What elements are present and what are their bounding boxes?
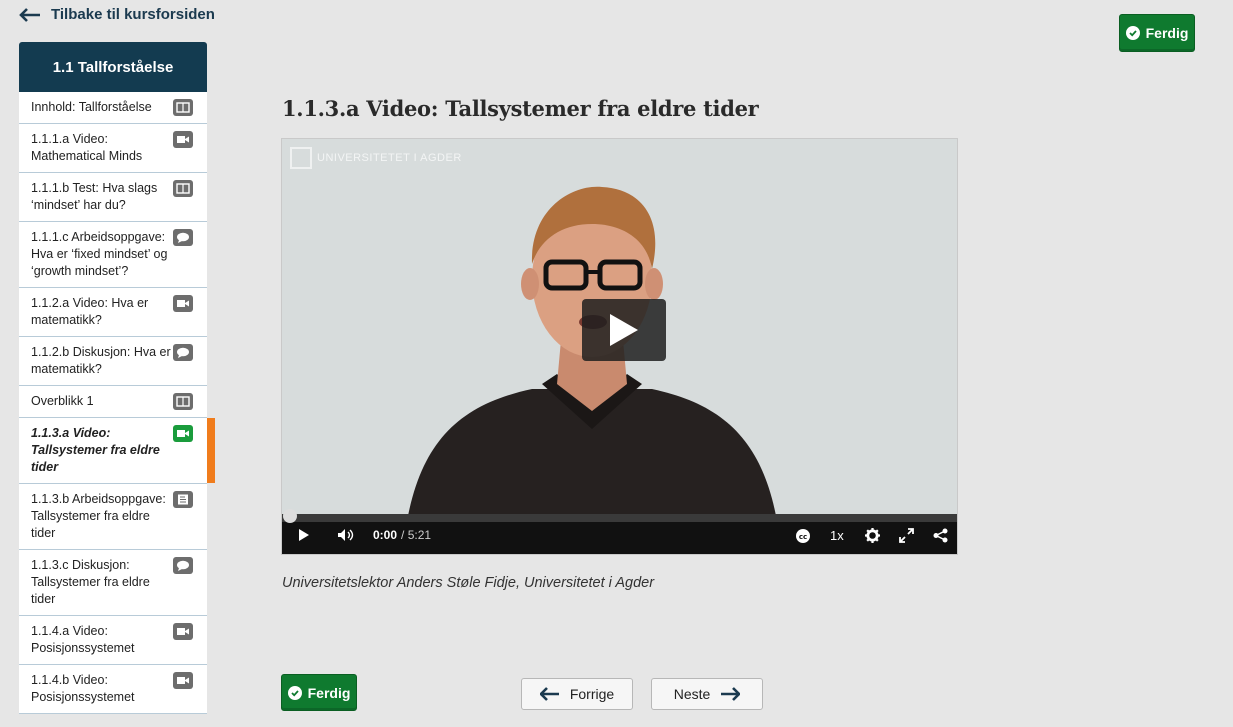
video-controls: 0:00 / 5:21 cc 1x [282, 509, 957, 554]
chat-bubble-icon [173, 557, 193, 574]
settings-button[interactable] [865, 528, 880, 543]
check-circle-icon [287, 685, 302, 700]
duration: / 5:21 [401, 528, 432, 542]
video-player[interactable]: UNIVERSITETET I AGDER 0:00 / 5:21 cc 1x [281, 138, 958, 555]
closed-captions-icon: cc [796, 529, 810, 543]
next-button[interactable]: Neste [651, 678, 763, 710]
ferdig-button-top[interactable]: Ferdig [1119, 14, 1195, 52]
chat-bubble-icon [173, 344, 193, 361]
current-time: 0:00 [373, 528, 398, 542]
play-button[interactable] [298, 528, 310, 542]
back-link-label: Tilbake til kursforsiden [51, 6, 215, 23]
volume-button[interactable] [337, 528, 355, 542]
captions-button[interactable]: cc [795, 528, 811, 544]
share-icon [933, 528, 948, 543]
sidebar-item[interactable]: Overblikk 1 [19, 386, 207, 418]
svg-text:cc: cc [799, 533, 807, 541]
sidebar-item[interactable]: 1.1.1.c Arbeidsoppgave: Hva er ‘fixed mi… [19, 222, 207, 288]
university-watermark: UNIVERSITETET I AGDER [290, 147, 462, 169]
video-camera-icon [173, 131, 193, 148]
sidebar-item[interactable]: 1.1.1.a Video: Mathematical Minds [19, 124, 207, 173]
back-to-course-link[interactable]: Tilbake til kursforsiden [19, 6, 215, 23]
next-label: Neste [673, 686, 711, 702]
sidebar-item-label: Overblikk 1 [31, 394, 94, 408]
sidebar-item[interactable]: 1.1.3.b Arbeidsoppgave: Tallsystemer fra… [19, 484, 207, 550]
time-display: 0:00 / 5:21 [373, 528, 431, 542]
sidebar-item[interactable]: 1.1.3.c Diskusjon: Tallsystemer fra eldr… [19, 550, 207, 616]
ferdig-label: Ferdig [307, 684, 351, 701]
watermark-text: UNIVERSITETET I AGDER [317, 152, 462, 164]
previous-label: Forrige [569, 686, 615, 702]
sidebar-item[interactable]: 1.1.1.b Test: Hva slags ‘mindset’ har du… [19, 173, 207, 222]
ferdig-button-bottom[interactable]: Ferdig [281, 674, 357, 711]
sidebar-item-label: 1.1.4.a Video: Posisjonssystemet [31, 624, 135, 655]
arrow-right-icon [721, 687, 741, 701]
sidebar-item-label: 1.1.2.b Diskusjon: Hva er matematikk? [31, 345, 171, 376]
volume-icon [338, 529, 354, 541]
book-icon [173, 99, 193, 116]
book-icon [173, 393, 193, 410]
sidebar-title: 1.1 Tallforståelse [19, 42, 207, 92]
play-icon [299, 529, 309, 541]
sidebar-item[interactable]: 1.1.3.a Video: Tallsystemer fra eldre ti… [19, 418, 215, 484]
sidebar-item-label: 1.1.1.b Test: Hva slags ‘mindset’ har du… [31, 181, 158, 212]
arrow-left-icon [19, 7, 40, 22]
book-icon [173, 180, 193, 197]
ferdig-label: Ferdig [1145, 25, 1189, 41]
sidebar-item-label: 1.1.3.c Diskusjon: Tallsystemer fra eldr… [31, 558, 150, 606]
document-icon [173, 491, 193, 508]
course-sidebar: 1.1 Tallforståelse Innhold: Tallforståel… [19, 42, 215, 714]
sidebar-list: Innhold: Tallforståelse 1.1.1.a Video: Ma… [19, 92, 215, 714]
sidebar-item-label: 1.1.3.a Video: Tallsystemer fra eldre ti… [31, 426, 160, 474]
sidebar-item-label: 1.1.4.b Video: Posisjonssystemet [31, 673, 135, 704]
video-caption: Universitetslektor Anders Støle Fidje, U… [282, 575, 655, 591]
sidebar-item-label: 1.1.1.a Video: Mathematical Minds [31, 132, 143, 163]
chat-bubble-icon [173, 229, 193, 246]
sidebar-item-label: 1.1.3.b Arbeidsoppgave: Tallsystemer fra… [31, 492, 166, 540]
video-camera-icon [173, 623, 193, 640]
sidebar-item[interactable]: 1.1.4.b Video: Posisjonssystemet [19, 665, 207, 714]
page-title: 1.1.3.a Video: Tallsystemer fra eldre ti… [282, 96, 759, 121]
sidebar-item[interactable]: Innhold: Tallforståelse [19, 92, 207, 124]
fullscreen-button[interactable] [899, 528, 914, 543]
playback-speed-button[interactable]: 1x [830, 528, 844, 543]
big-play-button[interactable] [582, 299, 666, 361]
sidebar-item-label: Innhold: Tallforståelse [31, 100, 152, 114]
gear-icon [865, 528, 880, 543]
arrow-left-icon [539, 687, 559, 701]
progress-handle[interactable] [283, 509, 297, 523]
previous-button[interactable]: Forrige [521, 678, 633, 710]
video-camera-icon [173, 425, 193, 442]
share-button[interactable] [933, 528, 948, 543]
sidebar-item[interactable]: 1.1.4.a Video: Posisjonssystemet [19, 616, 207, 665]
fullscreen-icon [899, 528, 914, 543]
check-circle-icon [1125, 26, 1140, 40]
video-progress-bar[interactable] [282, 509, 957, 523]
sidebar-item[interactable]: 1.1.2.a Video: Hva er matematikk? [19, 288, 207, 337]
video-camera-icon [173, 672, 193, 689]
play-icon [610, 314, 638, 346]
university-logo-icon [290, 147, 312, 169]
sidebar-item-label: 1.1.1.c Arbeidsoppgave: Hva er ‘fixed mi… [31, 230, 168, 278]
sidebar-item[interactable]: 1.1.2.b Diskusjon: Hva er matematikk? [19, 337, 207, 386]
video-camera-icon [173, 295, 193, 312]
sidebar-item-label: 1.1.2.a Video: Hva er matematikk? [31, 296, 149, 327]
